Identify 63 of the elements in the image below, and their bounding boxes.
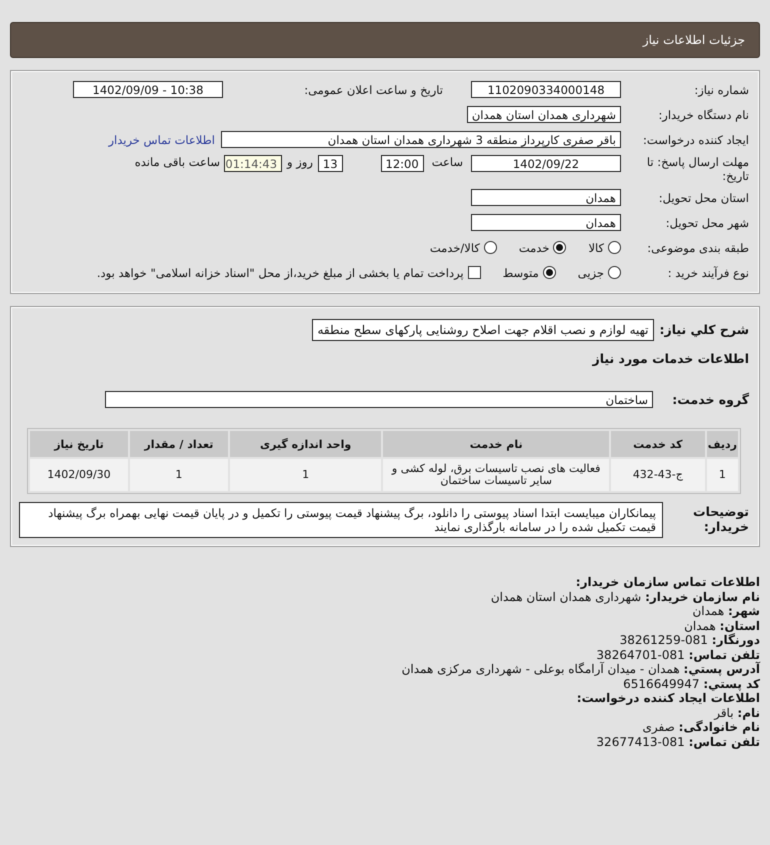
- field-label: ساعت: [432, 155, 463, 169]
- table-cell: فعالیت های نصب تاسیسات برق، لوله کشی و سایر تاسیسات ساختمان: [383, 459, 609, 491]
- checkbox[interactable]: [468, 266, 481, 279]
- field-label: طبقه بندی موضوعی:: [646, 240, 749, 254]
- field-label: روز و: [287, 155, 313, 169]
- radio-button[interactable]: [542, 266, 556, 279]
- need-number-field: 1102090334000148: [471, 81, 621, 98]
- column-header: تاریخ نیاز: [30, 431, 128, 457]
- option-label: متوسط: [502, 266, 539, 280]
- contact-heading: اطلاعات ایجاد کننده درخواست:: [576, 691, 760, 706]
- contact-line: نام خانوادگی: صفری: [642, 720, 760, 734]
- field-label: توضیحات خریدار:: [692, 503, 749, 534]
- contact-line: نام: باقر: [712, 706, 760, 720]
- contact-line: استان: همدان: [683, 618, 760, 633]
- announce-date-field: 1402/09/09 - 10:38: [73, 81, 223, 98]
- page-title: جزئیات اطلاعات نیاز: [642, 33, 745, 47]
- column-header: کد خدمت: [610, 431, 705, 457]
- table-cell: 1: [130, 459, 228, 491]
- deadline-date-field: 1402/09/22: [471, 155, 621, 172]
- contact-line: شهر: همدان: [691, 604, 760, 618]
- column-header: ردیف: [706, 431, 738, 457]
- province-field: همدان: [471, 189, 621, 206]
- field-label: تاریخ و ساعت اعلان عمومی:: [303, 82, 443, 96]
- deadline-time-field: 12:00: [380, 155, 424, 172]
- table-cell: 1402/09/30: [30, 459, 128, 491]
- radio-button[interactable]: [608, 241, 621, 254]
- column-header: نام خدمت: [383, 431, 609, 457]
- field-label: نوع فرآیند خرید :: [666, 266, 749, 280]
- table-cell: 1: [230, 459, 382, 491]
- summary-field: تهیه لوازم و نصب اقلام جهت اصلاح روشنایی پارکهای سطح منطقه: [312, 318, 654, 340]
- buyer-org-field: شهرداری همدان استان همدان: [466, 106, 621, 123]
- field-label: نام دستگاه خریدار:: [657, 108, 749, 122]
- column-header: واحد اندازه گیری: [230, 431, 382, 457]
- field-label: شماره نیاز:: [693, 82, 749, 96]
- field-label: ایجاد کننده درخواست:: [642, 132, 749, 146]
- buyer-contact-link[interactable]: اطلاعات تماس خریدار: [108, 132, 215, 146]
- contact-line: نام سازمان خریدار: شهرداری همدان استان همدان: [490, 590, 760, 604]
- field-label: شرح کلي نیاز:: [660, 322, 749, 337]
- field-label: ساعت باقی مانده: [134, 155, 220, 169]
- option-label: کالا/خدمت: [430, 240, 480, 254]
- table-cell: 1: [706, 459, 738, 491]
- field-label: گروه خدمت:: [671, 392, 749, 407]
- city-field: همدان: [471, 214, 621, 231]
- radio-button[interactable]: [553, 241, 566, 254]
- remaining-time-field: 01:14:43: [224, 155, 282, 172]
- field-label: استان محل تحویل:: [658, 190, 749, 204]
- radio-button[interactable]: [484, 241, 497, 254]
- contact-line: آدرس پستي: همدان - میدان آرامگاه بوعلی - شهرداری مرکزی همدان: [400, 662, 760, 676]
- field-label: مهلت ارسال پاسخ: تا تاریخ:: [646, 155, 749, 183]
- days-field: 13: [318, 155, 343, 172]
- option-label: جزیی: [578, 266, 604, 280]
- service-group-field: ساختمان: [105, 391, 653, 408]
- contact-heading: اطلاعات تماس سازمان خریدار:: [574, 575, 760, 590]
- column-header: تعداد / مقدار: [130, 431, 228, 457]
- option-label: خدمت: [518, 240, 550, 254]
- table-cell: ج-43-432: [610, 459, 705, 491]
- option-label: کالا: [588, 240, 604, 254]
- section-heading: اطلاعات خدمات مورد نیاز: [592, 351, 749, 366]
- field-label: شهر محل تحویل:: [664, 216, 749, 230]
- radio-button[interactable]: [608, 266, 621, 279]
- requester-field: باقر صفری کارپرداز منطقه 3 شهرداری همدان استان همدان: [221, 131, 621, 148]
- buyer-notes-field: پیمانکاران میبایست ابتدا اسناد پیوستی را دانلود، برگ پیشنهاد قیمت پیوستی را تکمیل و در پایان قیمت نهایی بهمراه برگ پیشنهاد قیمت تکمیل شده را در سامانه بارگذاری نمایند: [19, 502, 663, 538]
- checkbox-label: پرداخت تمام یا بخشی از مبلغ خرید،از محل "اسناد خزانه اسلامی" خواهد بود.: [96, 266, 464, 280]
